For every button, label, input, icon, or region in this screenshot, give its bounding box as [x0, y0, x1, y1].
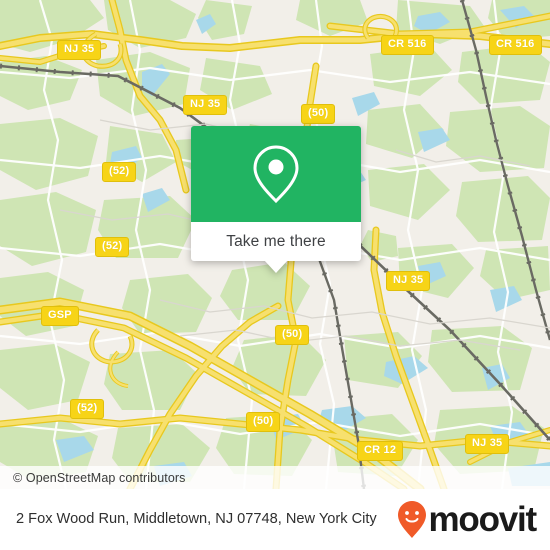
- moovit-brand: moovit: [397, 500, 537, 540]
- road-shield: NJ 35: [57, 40, 102, 60]
- popup-tail: [264, 260, 288, 273]
- moovit-wordmark: moovit: [428, 500, 537, 539]
- road-shield: CR 516: [489, 35, 542, 55]
- address-label: 2 Fox Wood Run, Middletown, NJ 07748, Ne…: [16, 511, 377, 527]
- popup-action-area[interactable]: Take me there: [191, 222, 361, 261]
- road-shield: (50): [275, 325, 310, 345]
- moovit-pin-smiley-icon: [398, 500, 427, 538]
- take-me-there-label: Take me there: [226, 232, 326, 250]
- map-screenshot: NJ 35 CR 516 CR 516 NJ 35 (50) (52) (52)…: [0, 0, 550, 550]
- road-shield: (50): [301, 104, 336, 124]
- road-shield: CR 12: [357, 441, 404, 461]
- map-pin-icon: [253, 145, 299, 204]
- road-shield: GSP: [41, 306, 79, 326]
- road-shield: NJ 35: [386, 271, 431, 291]
- osm-attribution-text: © OpenStreetMap contributors: [13, 470, 186, 485]
- popup-pin-area: [191, 126, 361, 222]
- location-popup-card[interactable]: Take me there: [191, 126, 361, 273]
- road-shield: NJ 35: [465, 434, 510, 454]
- map-canvas[interactable]: NJ 35 CR 516 CR 516 NJ 35 (50) (52) (52)…: [0, 0, 550, 489]
- road-shield: (50): [246, 412, 281, 432]
- road-shield: (52): [102, 162, 137, 182]
- footer-bar: 2 Fox Wood Run, Middletown, NJ 07748, Ne…: [0, 489, 550, 550]
- map-attribution-bar: © OpenStreetMap contributors: [0, 466, 550, 489]
- road-shield: (52): [95, 237, 130, 257]
- road-shield: (52): [70, 399, 105, 419]
- road-shield: CR 516: [381, 35, 434, 55]
- road-shield: NJ 35: [183, 95, 228, 115]
